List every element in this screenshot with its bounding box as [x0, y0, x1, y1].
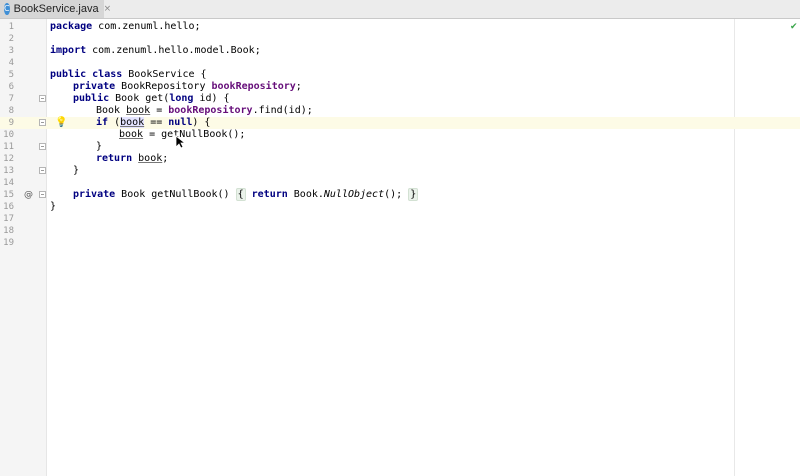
code-text: if (book == null) {: [96, 117, 211, 128]
line-number: 9: [8, 118, 14, 128]
line-number: 5: [8, 70, 14, 80]
fold-marker-icon[interactable]: [39, 95, 46, 102]
line-number: 14: [3, 178, 14, 188]
code-editor[interactable]: 1 package com.zenuml.hello; 2 3 import c…: [0, 19, 800, 476]
line-number: 3: [8, 46, 14, 56]
fold-marker-icon[interactable]: [39, 167, 46, 174]
line-number: 2: [8, 34, 14, 44]
code-line: 17: [0, 213, 800, 225]
fold-marker-icon[interactable]: [39, 143, 46, 150]
code-line: 13 }: [0, 165, 800, 177]
code-text: private Book getNullBook() { return Book…: [73, 188, 419, 201]
code-line: 1 package com.zenuml.hello;: [0, 21, 800, 33]
code-text: package com.zenuml.hello;: [50, 21, 201, 32]
code-text: }: [96, 141, 103, 152]
code-line: 15 @ private Book getNullBook() { return…: [0, 188, 800, 201]
code-line: 8 Book book = bookRepository.find(id);: [0, 105, 800, 117]
code-line: 10 book = getNullBook();: [0, 129, 800, 141]
line-number: 17: [3, 214, 14, 224]
code-line: 18: [0, 225, 800, 237]
line-number: 15: [3, 190, 14, 200]
code-line: 5 public class BookService {: [0, 69, 800, 81]
tab-title: BookService.java: [13, 3, 99, 15]
code-text: public class BookService {: [50, 69, 207, 80]
code-line: 6 private BookRepository bookRepository;: [0, 81, 800, 93]
line-number: 19: [3, 238, 14, 248]
code-line: 7 public Book get(long id) {: [0, 93, 800, 105]
code-line: 12 return book;: [0, 153, 800, 165]
editor-tab-bar: C BookService.java ×: [0, 0, 800, 19]
line-number: 6: [8, 82, 14, 92]
code-line: 2: [0, 33, 800, 45]
code-line: 14: [0, 177, 800, 189]
line-number: 13: [3, 166, 14, 176]
line-number: 10: [3, 130, 14, 140]
fold-marker-icon[interactable]: [39, 119, 46, 126]
intention-bulb-icon[interactable]: 💡: [55, 117, 67, 129]
code-text: import com.zenuml.hello.model.Book;: [50, 45, 261, 56]
code-line: 11 }: [0, 141, 800, 153]
fold-marker-icon[interactable]: [39, 191, 46, 198]
code-text: Book book = bookRepository.find(id);: [96, 105, 313, 116]
code-line: 3 import com.zenuml.hello.model.Book;: [0, 45, 800, 57]
java-class-icon: C: [4, 3, 10, 15]
tab-bookservice-java[interactable]: C BookService.java ×: [0, 0, 111, 18]
line-number: 11: [3, 142, 14, 152]
code-line: 4: [0, 57, 800, 69]
code-text: private BookRepository bookRepository;: [73, 81, 302, 92]
code-text: return book;: [96, 153, 169, 164]
line-number: 12: [3, 154, 14, 164]
code-text: }: [50, 201, 57, 212]
override-marker-icon[interactable]: @: [24, 189, 33, 201]
line-number: 4: [8, 58, 14, 68]
line-number: 7: [8, 94, 14, 104]
code-line: 16 }: [0, 201, 800, 213]
mouse-pointer-icon: [175, 135, 185, 149]
line-number: 18: [3, 226, 14, 236]
line-number: 1: [8, 22, 14, 32]
line-number: 16: [3, 202, 14, 212]
code-text: public Book get(long id) {: [73, 93, 230, 104]
close-tab-icon[interactable]: ×: [104, 4, 112, 14]
code-line: 19: [0, 237, 800, 249]
line-number: 8: [8, 106, 14, 116]
code-text: }: [73, 165, 80, 176]
current-code-line: 9 💡 if (book == null) {: [0, 117, 800, 129]
